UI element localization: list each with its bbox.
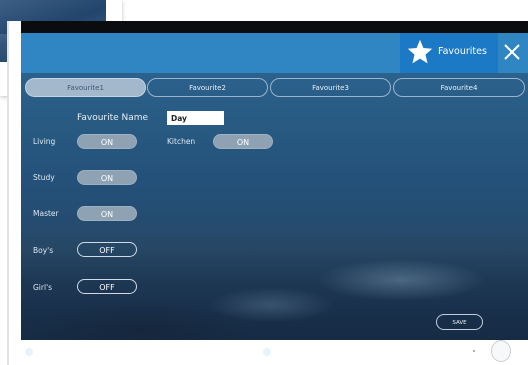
girls-toggle[interactable]: OFF <box>77 279 137 294</box>
star-icon <box>407 39 433 64</box>
boys-toggle[interactable]: OFF <box>77 242 137 257</box>
home-indicator <box>473 350 475 352</box>
favourites-header-tab[interactable]: Favourites <box>400 33 498 73</box>
kitchen-toggle[interactable]: ON <box>213 134 273 149</box>
room-label-master: Master <box>33 209 59 218</box>
device-edge <box>7 21 9 365</box>
favourite-name-label: Favourite Name <box>77 113 149 123</box>
tab-favourite2[interactable]: Favourite2 <box>147 78 268 97</box>
close-icon[interactable] <box>502 42 522 62</box>
tab-favourite4[interactable]: Favourite4 <box>393 78 525 97</box>
device-top-bezel <box>21 21 528 33</box>
study-toggle[interactable]: ON <box>77 170 137 185</box>
room-label-boys: Boy's <box>33 246 54 255</box>
room-label-girls: Girl's <box>33 283 53 292</box>
tab-favourite1[interactable]: Favourite1 <box>25 78 146 97</box>
master-toggle[interactable]: ON <box>77 206 137 221</box>
favourites-title: Favourites <box>438 46 487 57</box>
home-button[interactable] <box>491 340 511 362</box>
bottom-indicator-dot <box>25 348 33 356</box>
app-screen: Favourites Favourite1 Favourite2 Favouri… <box>21 33 528 340</box>
living-toggle[interactable]: ON <box>77 134 137 149</box>
header-bar: Favourites <box>21 33 528 73</box>
room-label-living: Living <box>33 137 56 146</box>
tablet-device: Favourites Favourite1 Favourite2 Favouri… <box>7 21 528 365</box>
favourite-name-input[interactable] <box>167 111 224 125</box>
room-label-study: Study <box>33 173 55 182</box>
tab-favourite3[interactable]: Favourite3 <box>270 78 391 97</box>
save-button[interactable]: SAVE <box>436 314 483 330</box>
bottom-indicator-dot <box>263 348 271 356</box>
room-label-kitchen: Kitchen <box>167 137 196 146</box>
favourite-tabs: Favourite1 Favourite2 Favourite3 Favouri… <box>25 78 525 98</box>
